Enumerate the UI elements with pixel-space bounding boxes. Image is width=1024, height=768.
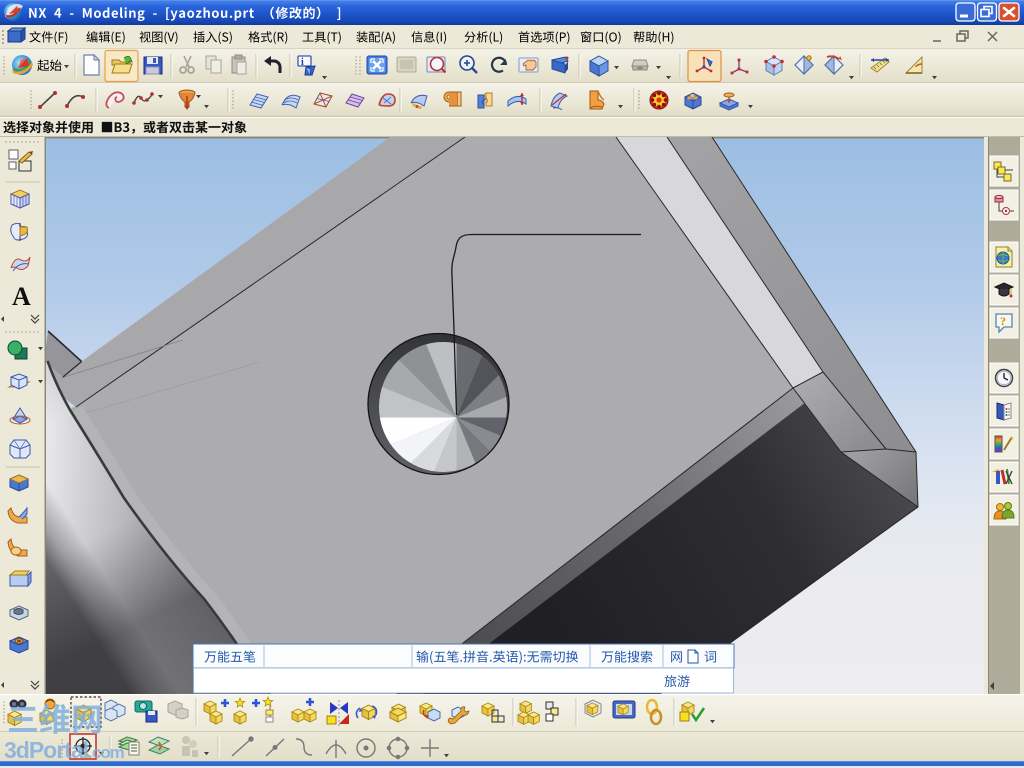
svg-text:A: A (12, 282, 31, 311)
svg-text:?: ? (1000, 314, 1006, 328)
svg-text:i: i (301, 57, 304, 68)
